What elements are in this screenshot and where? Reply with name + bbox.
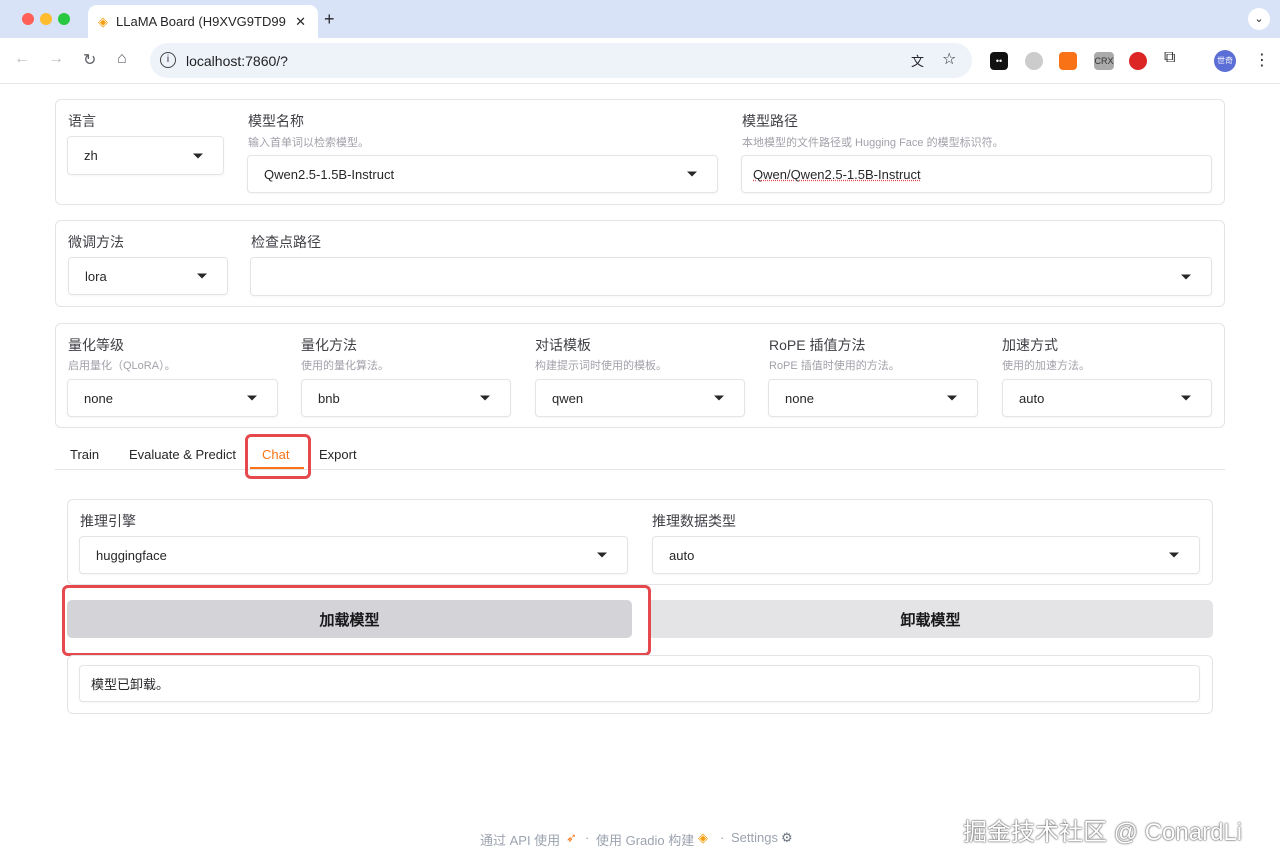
chevron-down-icon <box>1181 395 1191 401</box>
template-dropdown[interactable]: qwen <box>535 379 745 417</box>
booster-dropdown[interactable]: auto <box>1002 379 1212 417</box>
checkpoint-path-label: 检查点路径 <box>251 234 321 250</box>
minimize-window-button[interactable] <box>40 13 52 25</box>
quant-bit-desc: 启用量化（QLoRA）。 <box>68 360 176 372</box>
infer-dtype-label: 推理数据类型 <box>652 513 736 529</box>
infer-dtype-dropdown[interactable]: auto <box>652 536 1200 574</box>
booster-desc: 使用的加速方法。 <box>1002 360 1090 372</box>
quant-method-dropdown[interactable]: bnb <box>301 379 511 417</box>
tab-train[interactable]: Train <box>70 447 99 462</box>
template-label: 对话模板 <box>535 337 591 353</box>
rocket-icon: ➶ <box>566 830 577 845</box>
address-bar[interactable]: localhost:7860/? <box>150 43 972 78</box>
new-tab-button[interactable]: + <box>324 9 335 30</box>
extension-adblock-icon[interactable] <box>1129 52 1147 70</box>
quant-bit-label: 量化等级 <box>68 337 124 353</box>
booster-label: 加速方式 <box>1002 337 1058 353</box>
template-desc: 构建提示词时使用的模板。 <box>535 360 667 372</box>
chevron-down-icon <box>687 171 697 177</box>
back-button[interactable]: ← <box>14 50 30 68</box>
chevron-down-icon <box>193 153 203 158</box>
unload-model-button[interactable]: 卸载模型 <box>648 600 1213 638</box>
gear-icon[interactable]: ⚙ <box>781 830 793 846</box>
finetune-method-label: 微调方法 <box>68 234 124 250</box>
site-info-icon[interactable]: i <box>160 52 176 68</box>
model-name-label: 模型名称 <box>248 113 304 129</box>
browser-menu-icon[interactable]: ⋮ <box>1254 50 1270 70</box>
model-name-dropdown[interactable]: Qwen2.5-1.5B-Instruct <box>247 155 718 193</box>
extension-eyes-icon[interactable]: •• <box>990 52 1008 70</box>
model-name-desc: 输入首单词以检索模型。 <box>248 137 369 149</box>
close-tab-icon[interactable]: ✕ <box>295 14 318 30</box>
rope-desc: RoPE 插值时使用的方法。 <box>769 360 900 372</box>
language-label: 语言 <box>68 113 96 129</box>
tabs-divider <box>55 469 1225 470</box>
status-textbox[interactable]: 模型已卸载。 <box>79 665 1200 702</box>
quant-method-desc: 使用的量化算法。 <box>301 360 389 372</box>
close-window-button[interactable] <box>22 13 34 25</box>
footer-separator: · <box>585 830 590 845</box>
browser-tab[interactable]: ◈ LLaMA Board (H9XVG9TD99 ✕ <box>88 5 318 38</box>
extension-gray-icon[interactable] <box>1025 52 1043 70</box>
maximize-window-button[interactable] <box>58 13 70 25</box>
tab-export[interactable]: Export <box>319 447 357 462</box>
chevron-down-icon <box>1181 274 1191 279</box>
highlight-box-load-button <box>62 585 651 656</box>
model-path-input[interactable]: Qwen/Qwen2.5-1.5B-Instruct <box>741 155 1212 193</box>
llama-favicon-icon: ◈ <box>98 13 108 29</box>
extensions-puzzle-icon[interactable]: ⧉ <box>1164 49 1175 67</box>
extension-orange-icon[interactable] <box>1059 52 1077 70</box>
profile-avatar[interactable]: 世奇 <box>1214 50 1236 72</box>
chevron-down-icon <box>714 395 724 401</box>
translate-icon[interactable]: 文 <box>911 51 924 70</box>
chevron-down-icon <box>947 395 957 401</box>
gradio-logo-icon: ◈ <box>698 830 708 845</box>
checkpoint-path-dropdown[interactable] <box>250 257 1212 296</box>
reload-button[interactable]: ↻ <box>83 50 96 70</box>
quant-bit-dropdown[interactable]: none <box>67 379 278 417</box>
chevron-down-icon <box>197 273 207 279</box>
rope-label: RoPE 插值方法 <box>769 337 866 353</box>
forward-button[interactable]: → <box>48 50 64 68</box>
quant-method-label: 量化方法 <box>301 337 357 353</box>
footer-gradio-link[interactable]: 使用 Gradio 构建 <box>596 830 694 849</box>
chevron-down-icon <box>1169 552 1179 558</box>
highlight-box-chat-tab <box>245 434 311 479</box>
chevron-down-icon <box>247 395 257 401</box>
finetune-method-dropdown[interactable]: lora <box>68 257 228 295</box>
home-button[interactable]: ⌂ <box>117 50 127 68</box>
language-dropdown[interactable]: zh <box>67 136 224 175</box>
infer-engine-dropdown[interactable]: huggingface <box>79 536 628 574</box>
footer-settings-link[interactable]: Settings <box>731 830 778 845</box>
infer-engine-label: 推理引擎 <box>80 513 136 529</box>
rope-dropdown[interactable]: none <box>768 379 978 417</box>
model-path-desc: 本地模型的文件路径或 Hugging Face 的模型标识符。 <box>742 137 1004 149</box>
tab-search-button[interactable]: ⌄ <box>1248 8 1270 30</box>
footer-api-link[interactable]: 通过 API 使用 <box>480 830 560 849</box>
model-path-label: 模型路径 <box>742 113 798 129</box>
tab-evaluate-predict[interactable]: Evaluate & Predict <box>129 447 236 462</box>
footer-separator: · <box>720 830 725 845</box>
extension-crx-icon[interactable]: CRX <box>1094 52 1114 70</box>
watermark: 掘金技术社区 @ ConardLi <box>963 819 1243 846</box>
chevron-down-icon <box>597 552 607 558</box>
chevron-down-icon <box>480 395 490 401</box>
bookmark-star-icon[interactable]: ☆ <box>942 49 956 69</box>
